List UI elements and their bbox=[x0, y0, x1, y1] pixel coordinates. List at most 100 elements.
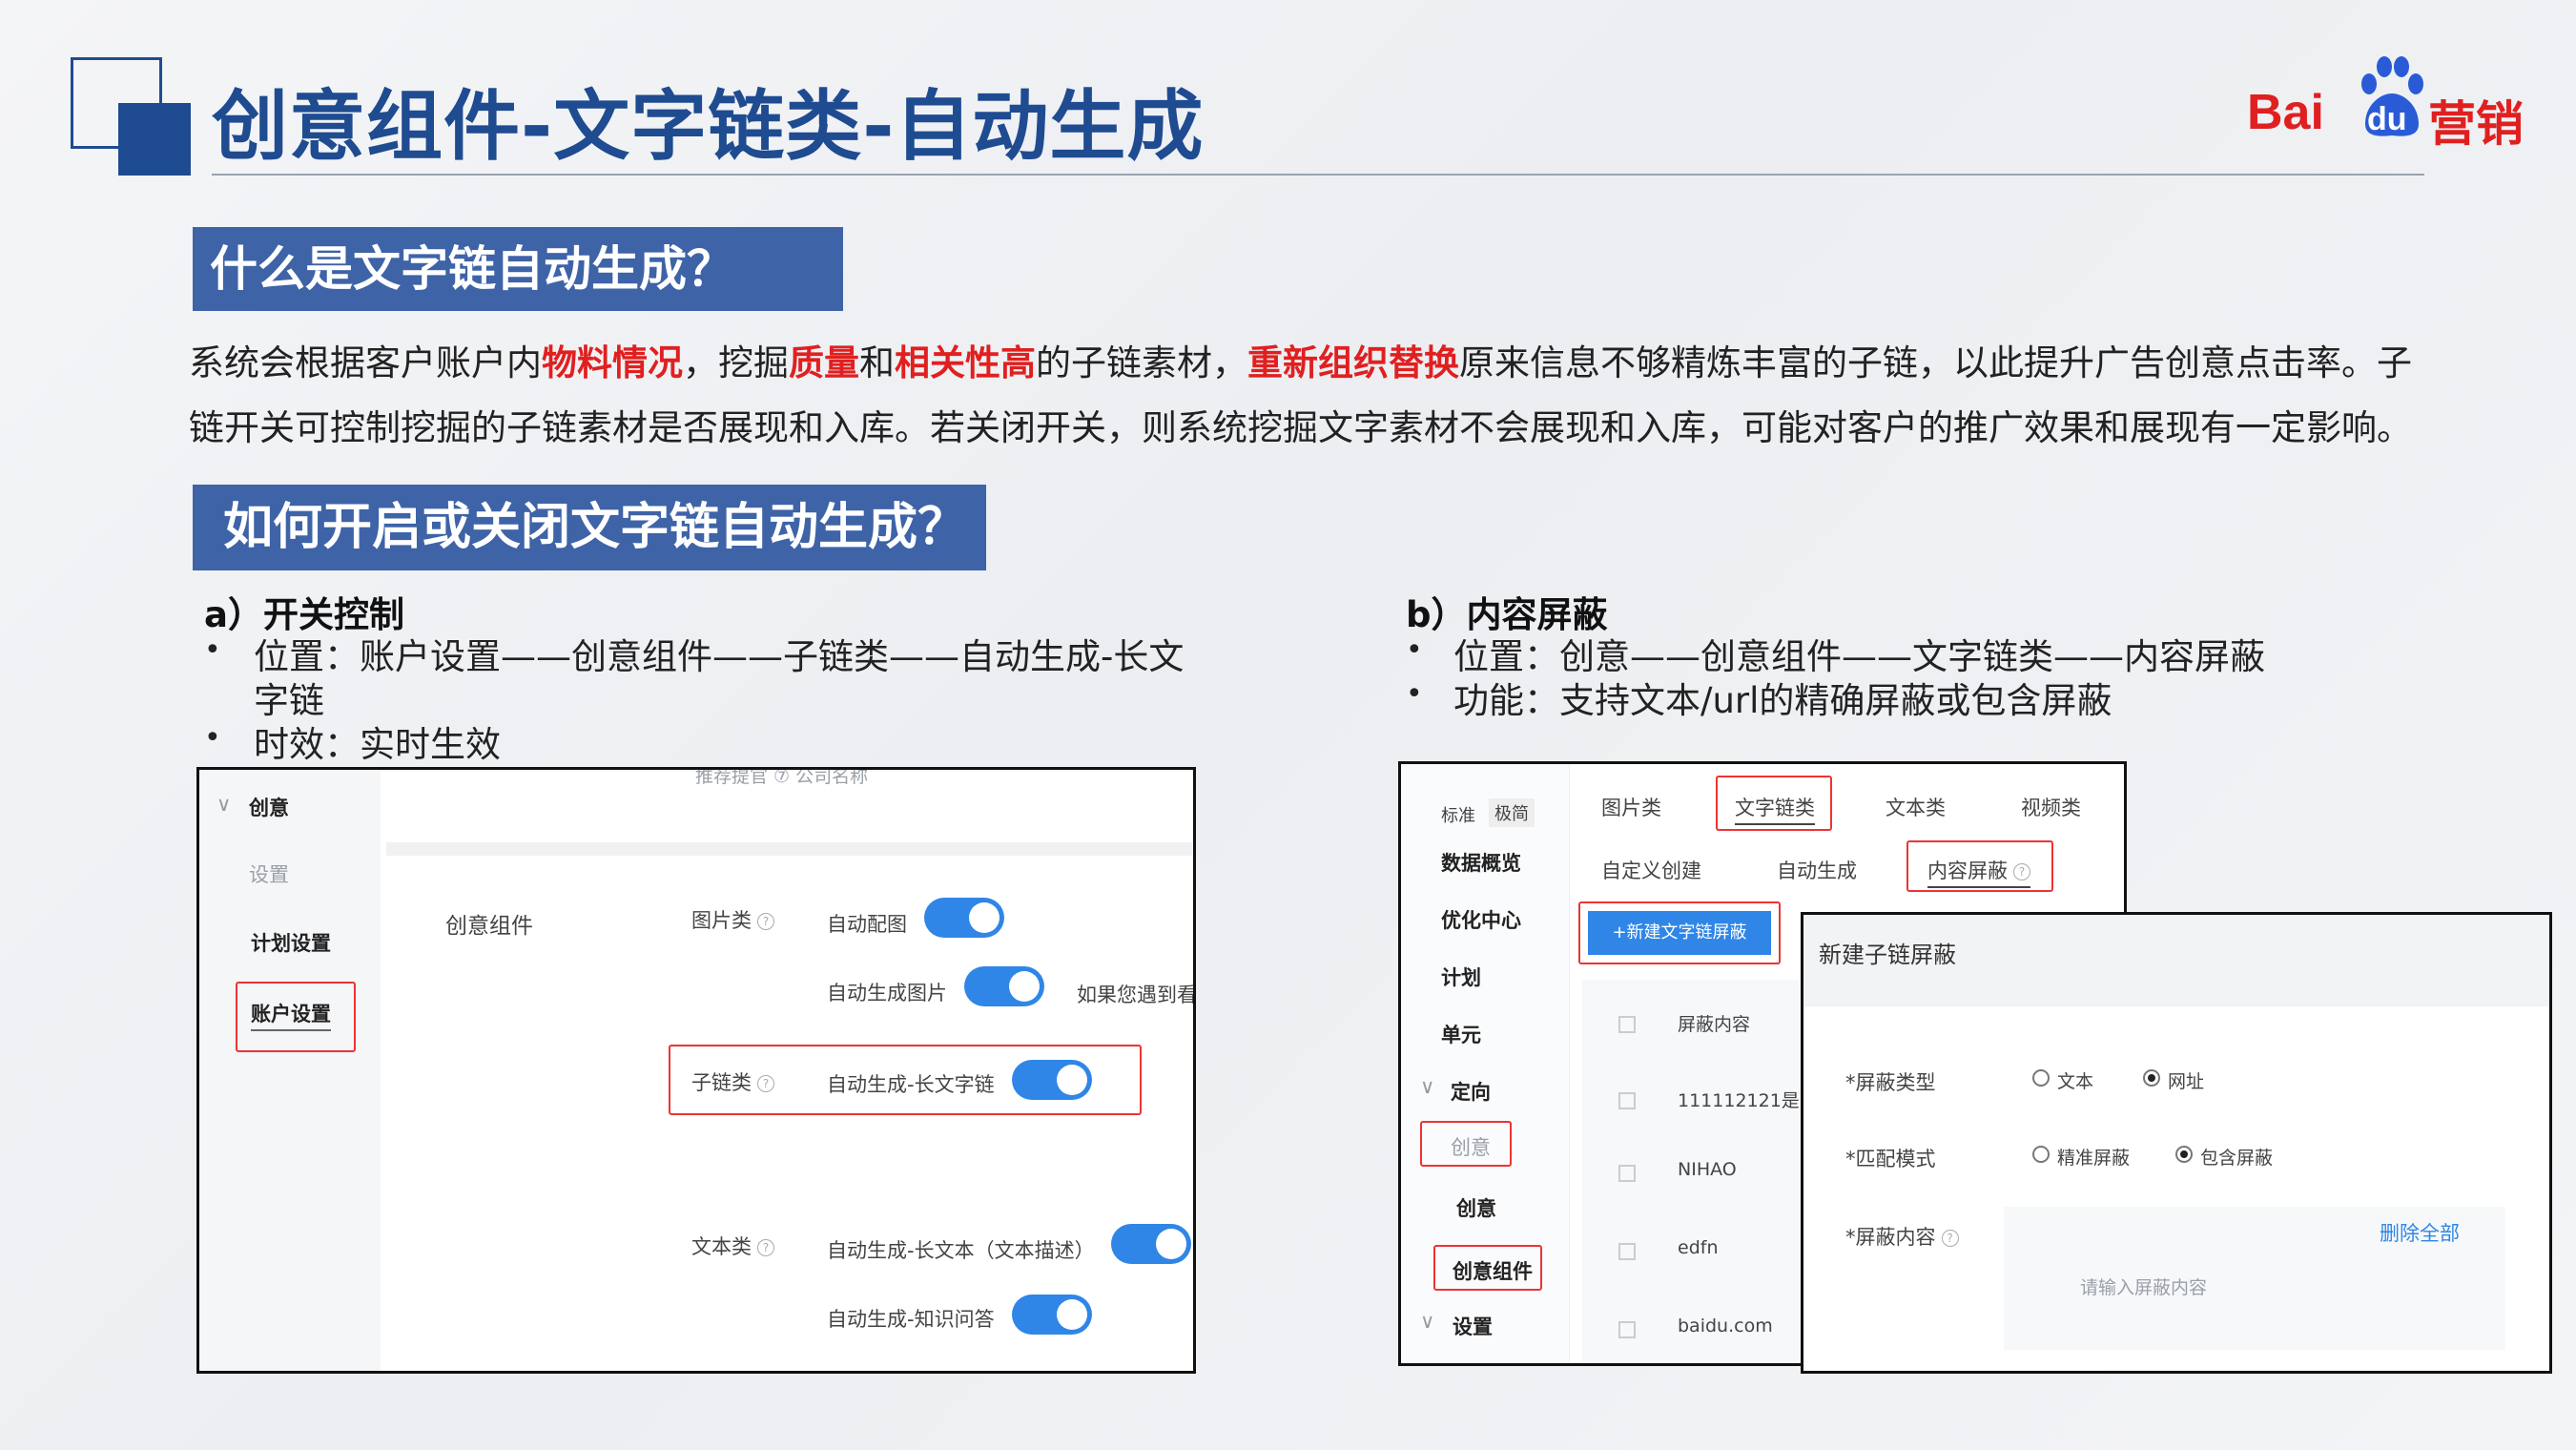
text-category-text: 文本类 bbox=[691, 1235, 752, 1258]
auto-gen-long-link-toggle[interactable] bbox=[1012, 1060, 1092, 1100]
radio-exact-block[interactable] bbox=[2032, 1146, 2050, 1163]
tab-text-link[interactable]: 文字链类 bbox=[1735, 793, 1815, 825]
section-heading-what: 什么是文字链自动生成？ bbox=[193, 227, 843, 311]
desc-text: 系统会根据客户账户内 bbox=[189, 342, 542, 383]
help-icon: ? bbox=[757, 1075, 774, 1092]
block-content-label: *屏蔽内容? bbox=[1845, 1222, 1959, 1251]
row-checkbox[interactable] bbox=[1618, 1016, 1636, 1033]
sublink-category-label: 子链类? bbox=[691, 1067, 774, 1096]
logo-text-marketing: 营销 bbox=[2428, 96, 2524, 152]
bullet-icon: • bbox=[204, 633, 221, 667]
nav-creative[interactable]: 创意 bbox=[249, 793, 289, 821]
new-sublink-block-dialog: 新建子链屏蔽 *屏蔽类型 文本 网址 *匹配模式 精准屏蔽 包含屏蔽 *屏蔽内容… bbox=[1801, 912, 2552, 1374]
desc-text: 的子链素材， bbox=[1036, 342, 1247, 383]
desc-highlight: 物料情况 bbox=[542, 342, 683, 383]
match-mode-label: *匹配模式 bbox=[1845, 1148, 1936, 1170]
radio-url-label: 网址 bbox=[2168, 1071, 2205, 1092]
radio-exact-block-label: 精准屏蔽 bbox=[2057, 1148, 2131, 1169]
nav-account-settings[interactable]: 账户设置 bbox=[251, 999, 331, 1031]
logo-text-bai: Bai bbox=[2247, 85, 2324, 140]
subtab-content-block[interactable]: 内容屏蔽? bbox=[1927, 856, 2030, 888]
auto-match-image-toggle[interactable] bbox=[924, 898, 1004, 938]
radio-text[interactable] bbox=[2032, 1069, 2050, 1087]
image-category-label: 图片类? bbox=[691, 905, 774, 934]
bullet-effect-time: 时效：实时生效 bbox=[254, 724, 501, 765]
group-label-creative-component: 创意组件 bbox=[445, 914, 533, 939]
sublink-category-text: 子链类 bbox=[691, 1071, 752, 1094]
sidebar bbox=[199, 770, 381, 1371]
auto-gen-image-toggle[interactable] bbox=[964, 966, 1044, 1006]
subtab-custom-create[interactable]: 自定义创建 bbox=[1601, 856, 1701, 884]
block-content-placeholder: 请输入屏蔽内容 bbox=[2080, 1277, 2208, 1298]
row-checkbox[interactable] bbox=[1618, 1092, 1636, 1109]
chevron-down-icon: ∨ bbox=[216, 793, 232, 816]
cut-row-text: 推荐提官 ⑦ 公司名称 bbox=[695, 767, 869, 787]
table-header-block-content: 屏蔽内容 bbox=[1678, 1014, 1751, 1035]
auto-gen-qa-toggle[interactable] bbox=[1012, 1295, 1092, 1335]
nav-creative-component[interactable]: 创意组件 bbox=[1453, 1256, 1533, 1285]
tab-text[interactable]: 文本类 bbox=[1886, 793, 1946, 821]
screenshot-account-settings: 推荐提官 ⑦ 公司名称 ∨ 创意 设置 计划设置 账户设置 创意组件 图片类? … bbox=[196, 767, 1196, 1374]
nav-data-overview[interactable]: 数据概览 bbox=[1441, 848, 1521, 877]
nav-creative[interactable]: 创意 bbox=[1456, 1193, 1496, 1222]
desc-text: ，挖掘 bbox=[683, 342, 789, 383]
desc-highlight: 相关性高 bbox=[895, 342, 1036, 383]
desc-text: 和 bbox=[859, 342, 895, 383]
image-category-text: 图片类 bbox=[691, 909, 752, 932]
title-decoration-block bbox=[118, 103, 191, 176]
bullet-icon: • bbox=[1406, 633, 1423, 667]
row-checkbox[interactable] bbox=[1618, 1165, 1636, 1182]
auto-gen-long-text-toggle[interactable] bbox=[1111, 1224, 1191, 1264]
nav-unit[interactable]: 单元 bbox=[1441, 1020, 1481, 1048]
auto-gen-long-text-label: 自动生成-长文本（文本描述） bbox=[827, 1239, 1095, 1262]
nav-plan-settings[interactable]: 计划设置 bbox=[251, 928, 331, 957]
bullet-icon: • bbox=[204, 721, 221, 755]
cut-hint-text: 如果您遇到看 bbox=[1077, 984, 1196, 1006]
radio-url[interactable] bbox=[2143, 1069, 2160, 1087]
nav-plan[interactable]: 计划 bbox=[1441, 963, 1481, 991]
desc-highlight: 质量 bbox=[789, 342, 859, 383]
radio-text-label: 文本 bbox=[2057, 1071, 2094, 1092]
bullet-function-b: 功能：支持文本/url的精确屏蔽或包含屏蔽 bbox=[1453, 680, 2112, 721]
tab-video[interactable]: 视频类 bbox=[2021, 793, 2081, 821]
nav-targeting[interactable]: 定向 bbox=[1451, 1077, 1491, 1106]
description-line-1: 系统会根据客户账户内物料情况，挖掘质量和相关性高的子链素材，重新组织替换原来信息… bbox=[189, 334, 2412, 385]
subtab-auto-generate[interactable]: 自动生成 bbox=[1777, 856, 1857, 884]
bullet-icon: • bbox=[1406, 677, 1423, 711]
mode-standard[interactable]: 标准 bbox=[1441, 802, 1475, 827]
table-row: 111112121是 bbox=[1678, 1090, 1800, 1111]
row-checkbox[interactable] bbox=[1618, 1243, 1636, 1260]
desc-highlight: 重新组织替换 bbox=[1247, 342, 1459, 383]
auto-gen-qa-label: 自动生成-知识问答 bbox=[827, 1308, 995, 1331]
nav-settings[interactable]: 设置 bbox=[249, 860, 289, 888]
delete-all-link[interactable]: 删除全部 bbox=[2380, 1218, 2460, 1247]
tab-image[interactable]: 图片类 bbox=[1601, 793, 1661, 821]
mode-simple[interactable]: 极简 bbox=[1489, 798, 1535, 827]
section-heading-how: 如何开启或关闭文字链自动生成？ bbox=[193, 485, 986, 570]
block-content-label-text: *屏蔽内容 bbox=[1845, 1226, 1936, 1249]
description-line-2: 链开关可控制挖掘的子链素材是否展现和入库。若关闭开关，则系统挖掘文字素材不会展现… bbox=[189, 407, 2412, 448]
block-type-label: *屏蔽类型 bbox=[1845, 1071, 1936, 1094]
nav-settings[interactable]: 设置 bbox=[1453, 1312, 1493, 1340]
title-divider bbox=[212, 174, 2424, 176]
row-checkbox[interactable] bbox=[1618, 1321, 1636, 1338]
auto-gen-image-label: 自动生成图片 bbox=[827, 982, 947, 1005]
nav-creative-group[interactable]: 创意 bbox=[1451, 1132, 1491, 1161]
logo-text-du: du bbox=[2367, 101, 2407, 137]
nav-optimization-center[interactable]: 优化中心 bbox=[1441, 905, 1521, 934]
auto-gen-long-link-label: 自动生成-长文字链 bbox=[827, 1073, 995, 1096]
new-text-link-block-button[interactable]: +新建文字链屏蔽 bbox=[1588, 911, 1771, 955]
radio-contain-block-label: 包含屏蔽 bbox=[2200, 1148, 2274, 1169]
help-icon: ? bbox=[757, 913, 774, 930]
subtab-content-block-text: 内容屏蔽 bbox=[1927, 860, 2008, 882]
auto-match-image-label: 自动配图 bbox=[827, 913, 907, 936]
help-icon: ? bbox=[1941, 1230, 1959, 1247]
radio-contain-block[interactable] bbox=[2175, 1146, 2193, 1163]
chevron-down-icon: ∨ bbox=[1420, 1075, 1435, 1098]
page-title: 创意组件-文字链类-自动生成 bbox=[212, 82, 1205, 171]
desc-text: 原来信息不够精炼丰富的子链，以此提升广告创意点击率。子 bbox=[1459, 342, 2412, 383]
help-icon: ? bbox=[2013, 863, 2030, 880]
table-row: edfn bbox=[1678, 1237, 1719, 1258]
table-row: baidu.com bbox=[1678, 1315, 1773, 1336]
chevron-down-icon: ∨ bbox=[1420, 1310, 1435, 1333]
